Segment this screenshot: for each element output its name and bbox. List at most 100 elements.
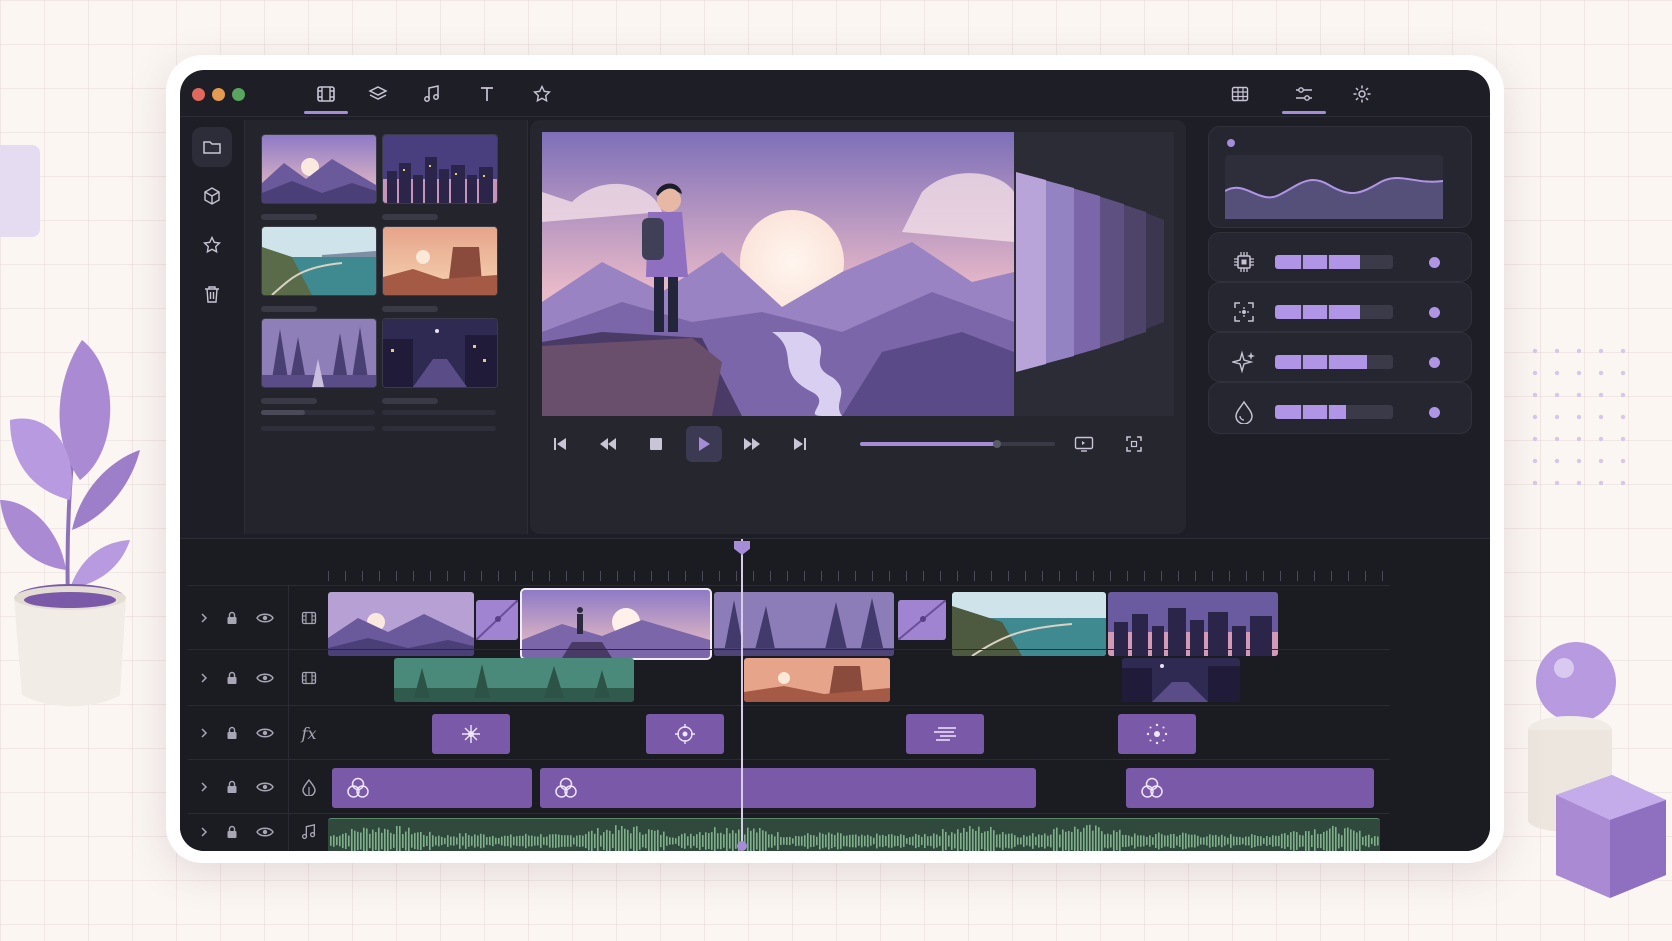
media-thumbnail[interactable] bbox=[382, 226, 498, 312]
slider-toggle-dot[interactable] bbox=[1429, 407, 1440, 418]
tab-layers[interactable] bbox=[356, 78, 400, 110]
toggle-visibility-button[interactable] bbox=[252, 706, 278, 760]
motion-blur-icon bbox=[934, 727, 956, 741]
maximize-window-button[interactable] bbox=[232, 88, 245, 101]
adjustment-slider[interactable] bbox=[1275, 305, 1393, 319]
playhead-bottom-knob bbox=[737, 841, 747, 851]
color-grade-clip[interactable] bbox=[1126, 768, 1374, 808]
adjustment-slider[interactable] bbox=[1275, 405, 1393, 419]
color-grade-clip[interactable] bbox=[540, 768, 1036, 808]
rewind-button[interactable] bbox=[590, 426, 626, 462]
toggle-visibility-button[interactable] bbox=[252, 814, 278, 850]
skip-to-start-button[interactable] bbox=[542, 426, 578, 462]
lock-track-button[interactable] bbox=[222, 760, 242, 814]
minimize-window-button[interactable] bbox=[212, 88, 225, 101]
video-clip[interactable] bbox=[394, 658, 634, 702]
effect-clip[interactable] bbox=[1118, 714, 1196, 754]
sidebar-item-favorites[interactable] bbox=[192, 225, 232, 265]
adjustment-slider[interactable] bbox=[1275, 355, 1393, 369]
skip-forward-icon bbox=[794, 438, 806, 450]
decorative-dot-grid bbox=[1524, 340, 1634, 500]
lock-track-button[interactable] bbox=[222, 814, 242, 850]
status-dot bbox=[1227, 139, 1235, 147]
video-clip[interactable] bbox=[328, 592, 474, 656]
lock-track-button[interactable] bbox=[222, 706, 242, 760]
tab-favorites[interactable] bbox=[520, 78, 564, 110]
audio-clip[interactable] bbox=[328, 818, 1380, 851]
lock-track-button[interactable] bbox=[222, 650, 242, 706]
video-clip[interactable] bbox=[744, 658, 890, 702]
toggle-visibility-button[interactable] bbox=[252, 760, 278, 814]
media-thumbnail[interactable] bbox=[382, 318, 498, 404]
rewind-icon bbox=[600, 438, 616, 450]
media-thumbnail[interactable] bbox=[261, 226, 377, 312]
video-clip[interactable] bbox=[1108, 592, 1278, 656]
timeline-ruler[interactable] bbox=[328, 549, 1390, 586]
sidebar-item-trash[interactable] bbox=[192, 274, 232, 314]
adjustment-row bbox=[1208, 232, 1472, 282]
video-clip-selected[interactable] bbox=[520, 588, 712, 660]
tab-text[interactable] bbox=[465, 78, 509, 110]
tab-audio[interactable] bbox=[410, 78, 454, 110]
expand-track-button[interactable] bbox=[194, 760, 214, 814]
preview-panel bbox=[530, 120, 1186, 534]
tab-grid[interactable] bbox=[1218, 78, 1262, 110]
adjustment-slider[interactable] bbox=[1275, 255, 1393, 269]
fullscreen-button[interactable] bbox=[1116, 426, 1152, 462]
toggle-visibility-button[interactable] bbox=[252, 650, 278, 706]
play-button[interactable] bbox=[686, 426, 722, 462]
expand-track-button[interactable] bbox=[194, 814, 214, 850]
color-grade-clip[interactable] bbox=[332, 768, 532, 808]
media-thumbnail[interactable] bbox=[382, 134, 498, 220]
lock-icon bbox=[227, 611, 237, 624]
toggle-visibility-button[interactable] bbox=[252, 586, 278, 650]
tab-media[interactable] bbox=[304, 78, 348, 114]
skip-to-end-button[interactable] bbox=[782, 426, 818, 462]
effect-clip[interactable] bbox=[646, 714, 724, 754]
frame-stack-visual bbox=[1014, 132, 1174, 416]
tab-adjustments[interactable] bbox=[1282, 78, 1326, 114]
fast-forward-button[interactable] bbox=[734, 426, 770, 462]
chevron-right-icon bbox=[201, 613, 208, 623]
slider-toggle-dot[interactable] bbox=[1429, 257, 1440, 268]
slider-toggle-dot[interactable] bbox=[1429, 307, 1440, 318]
slider-toggle-dot[interactable] bbox=[1429, 357, 1440, 368]
sliders-icon bbox=[1296, 87, 1312, 101]
expand-track-button[interactable] bbox=[194, 586, 214, 650]
playback-scrubber[interactable] bbox=[860, 440, 1055, 448]
preview-viewport[interactable] bbox=[542, 132, 1014, 416]
transition-block[interactable] bbox=[475, 599, 519, 641]
lock-track-button[interactable] bbox=[222, 586, 242, 650]
focus-icon bbox=[1229, 297, 1259, 327]
adjustment-row bbox=[1208, 282, 1472, 332]
slider-fill bbox=[1275, 405, 1346, 419]
sidebar-item-assets[interactable] bbox=[192, 176, 232, 216]
stop-button[interactable] bbox=[638, 426, 674, 462]
transition-block[interactable] bbox=[897, 599, 947, 641]
timeline: fx bbox=[180, 538, 1490, 851]
audio-waveform bbox=[330, 824, 1379, 851]
fullscreen-icon bbox=[1126, 436, 1142, 452]
track-type-film bbox=[288, 650, 329, 706]
lock-icon bbox=[227, 726, 237, 739]
sidebar-item-folder[interactable] bbox=[192, 127, 232, 167]
playhead[interactable] bbox=[734, 539, 750, 851]
layers-icon bbox=[368, 86, 388, 100]
expand-track-button[interactable] bbox=[194, 650, 214, 706]
drop-icon bbox=[1229, 397, 1259, 427]
video-clip[interactable] bbox=[1122, 658, 1240, 702]
decorative-shapes bbox=[1528, 642, 1666, 898]
color-circles-icon bbox=[555, 777, 577, 798]
expand-track-button[interactable] bbox=[194, 706, 214, 760]
media-thumbnail[interactable] bbox=[261, 318, 377, 404]
thumbnail-label-placeholder bbox=[261, 398, 317, 404]
effect-clip[interactable] bbox=[432, 714, 510, 754]
media-thumbnail[interactable] bbox=[261, 134, 377, 220]
effect-clip[interactable] bbox=[906, 714, 984, 754]
display-mode-button[interactable] bbox=[1066, 426, 1102, 462]
video-clip[interactable] bbox=[952, 592, 1106, 656]
scrubber-progress bbox=[860, 442, 997, 446]
tab-settings[interactable] bbox=[1340, 78, 1384, 110]
scrubber-knob[interactable] bbox=[992, 440, 1001, 448]
close-window-button[interactable] bbox=[192, 88, 205, 101]
